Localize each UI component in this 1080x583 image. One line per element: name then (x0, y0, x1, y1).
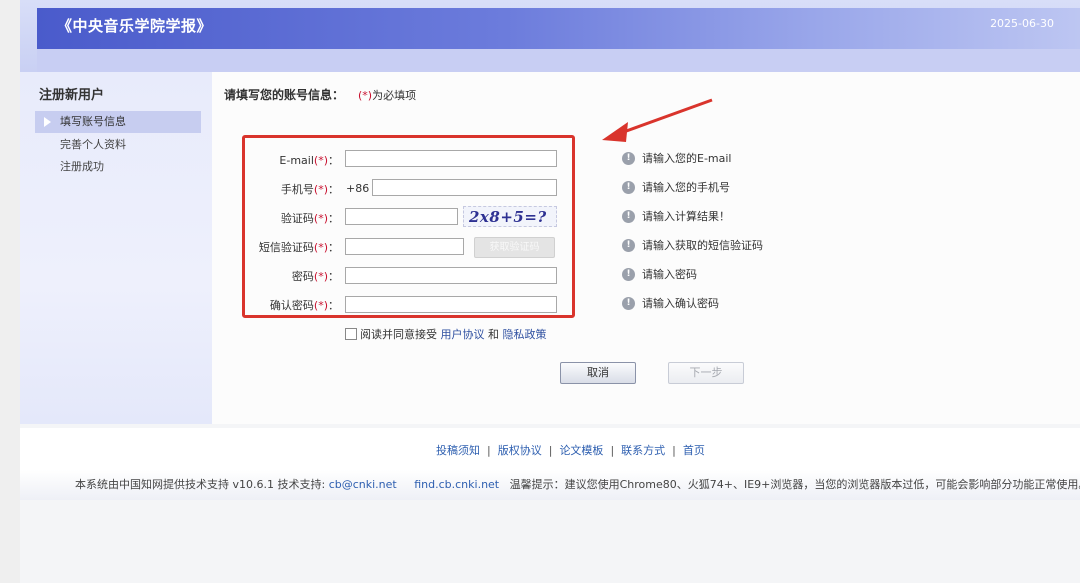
footer-separator: | (548, 444, 553, 457)
footer-support-text: 本系统由中国知网提供技术支持 v10.6.1 技术支持: (75, 478, 326, 491)
footer-link-contact[interactable]: 联系方式 (621, 444, 665, 457)
footer-info: 本系统由中国知网提供技术支持 v10.6.1 技术支持: cb@cnki.net… (75, 476, 1080, 492)
footer-separator: | (610, 444, 615, 457)
arrow-head-icon (602, 122, 628, 142)
arrow-shaft (617, 98, 713, 136)
support-email-link[interactable]: cb@cnki.net (329, 478, 397, 491)
footer-links: 投稿须知 | 版权协议 | 论文模板 | 联系方式 | 首页 (436, 442, 705, 458)
footer-separator: | (672, 444, 676, 457)
footer-link-submission-guide[interactable]: 投稿须知 (436, 444, 480, 457)
support-site-link[interactable]: find.cb.cnki.net (414, 478, 499, 491)
footer-link-template[interactable]: 论文模板 (559, 444, 603, 457)
footer-separator: | (487, 444, 491, 457)
browser-tip: 温馨提示：建议您使用Chrome80、火狐74+、IE9+浏览器，当您的浏览器版… (509, 478, 1080, 491)
footer-link-home[interactable]: 首页 (683, 444, 705, 457)
footer-link-copyright[interactable]: 版权协议 (498, 444, 542, 457)
